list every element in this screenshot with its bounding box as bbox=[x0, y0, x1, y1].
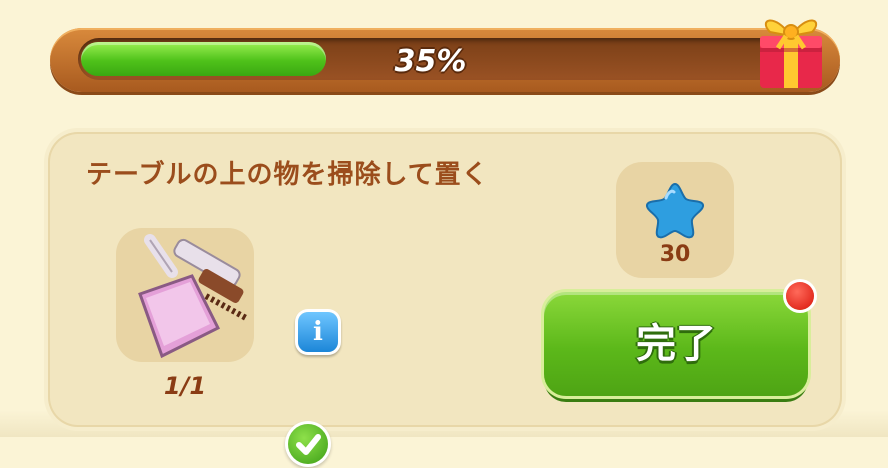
progress-label: 35% bbox=[394, 44, 467, 79]
checkmark-icon bbox=[288, 424, 328, 464]
reward-amount: 30 bbox=[659, 242, 691, 267]
dustpan-brush-icon bbox=[138, 234, 248, 359]
task-title: テーブルの上の物を掃除して置く bbox=[86, 160, 489, 190]
gift-box-icon[interactable] bbox=[752, 2, 830, 90]
progress-bar: 35% bbox=[50, 28, 840, 92]
task-item-slot[interactable]: i bbox=[116, 228, 338, 464]
progress-track: 35% bbox=[78, 38, 783, 80]
item-count: 1/1 bbox=[163, 372, 207, 400]
reward-slot: 30 bbox=[616, 162, 734, 278]
info-button[interactable]: i bbox=[298, 312, 338, 352]
notification-dot bbox=[786, 282, 814, 310]
blue-star-icon bbox=[646, 182, 704, 239]
task-panel: テーブルの上の物を掃除して置く i 1/1 30 完了 bbox=[48, 132, 842, 464]
complete-button[interactable]: 完了 bbox=[544, 292, 808, 396]
